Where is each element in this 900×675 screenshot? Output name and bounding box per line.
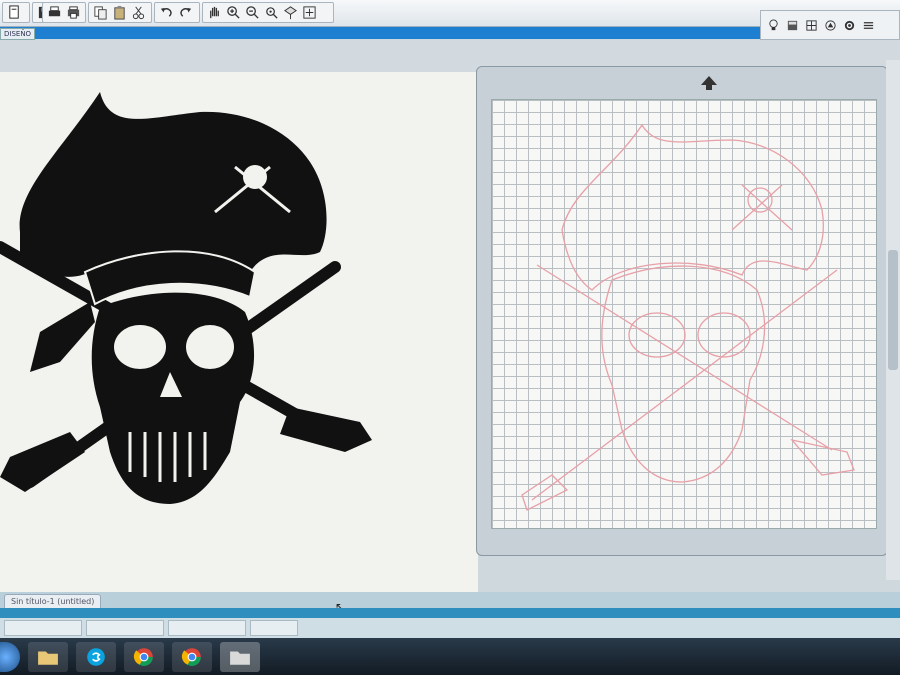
zoom-fit-icon[interactable] xyxy=(264,5,279,20)
chrome-icon[interactable] xyxy=(172,641,212,672)
design-tab[interactable]: DISEÑO xyxy=(0,28,36,40)
pan-hand-icon[interactable] xyxy=(207,5,222,20)
cut-preview-panel xyxy=(476,66,888,556)
status-bar xyxy=(0,618,900,638)
tricorn-hat xyxy=(19,92,327,277)
start-icon[interactable] xyxy=(0,641,20,672)
status-field xyxy=(250,620,298,636)
undo-icon[interactable] xyxy=(159,5,174,20)
dart-flight xyxy=(280,407,372,452)
redo-icon[interactable] xyxy=(178,5,193,20)
clipboard-group xyxy=(88,2,152,23)
zoom-select-icon[interactable] xyxy=(283,5,298,20)
print-icon[interactable] xyxy=(47,5,62,20)
new-icon[interactable] xyxy=(7,5,22,20)
grid-icon[interactable] xyxy=(805,19,818,32)
left-eye xyxy=(114,325,166,369)
cut-path-outline xyxy=(521,123,855,511)
file-group xyxy=(2,2,30,23)
zoom-in-icon[interactable] xyxy=(226,5,241,20)
history-group xyxy=(154,2,200,23)
right-toolbar xyxy=(760,10,900,40)
chrome-icon[interactable] xyxy=(124,641,164,672)
lines-icon[interactable] xyxy=(862,19,875,32)
status-field xyxy=(86,620,164,636)
zoom-group xyxy=(202,2,334,23)
cut-icon[interactable] xyxy=(131,5,146,20)
cutting-mat-grid xyxy=(491,99,877,529)
zoom-out-icon[interactable] xyxy=(245,5,260,20)
shapes-icon[interactable] xyxy=(824,19,837,32)
file-explorer-icon[interactable] xyxy=(28,641,68,672)
print-group xyxy=(42,2,86,23)
horizontal-scrollbar[interactable] xyxy=(0,608,900,618)
document-tab[interactable]: Sin título-1 (untitled) xyxy=(4,594,102,609)
print-preview-icon[interactable] xyxy=(66,5,81,20)
status-field xyxy=(168,620,246,636)
pirate-skull-design[interactable] xyxy=(0,72,478,592)
vertical-scrollbar[interactable] xyxy=(886,60,900,580)
skype-icon[interactable] xyxy=(76,641,116,672)
bandana-tail xyxy=(30,302,95,372)
folder-icon[interactable] xyxy=(220,641,260,672)
scrollbar-thumb[interactable] xyxy=(888,250,898,370)
zoom-all-icon[interactable] xyxy=(302,5,317,20)
copy-icon[interactable] xyxy=(93,5,108,20)
paste-icon[interactable] xyxy=(112,5,127,20)
page-icon[interactable] xyxy=(786,19,799,32)
lamp-icon[interactable] xyxy=(767,18,780,32)
skull xyxy=(91,292,255,504)
status-field xyxy=(4,620,82,636)
feed-up-arrow-icon[interactable] xyxy=(699,73,719,93)
settings-icon[interactable] xyxy=(843,19,856,32)
taskbar xyxy=(0,638,900,675)
right-eye xyxy=(186,325,234,369)
design-canvas[interactable] xyxy=(0,72,478,592)
dart-flight xyxy=(0,432,85,492)
